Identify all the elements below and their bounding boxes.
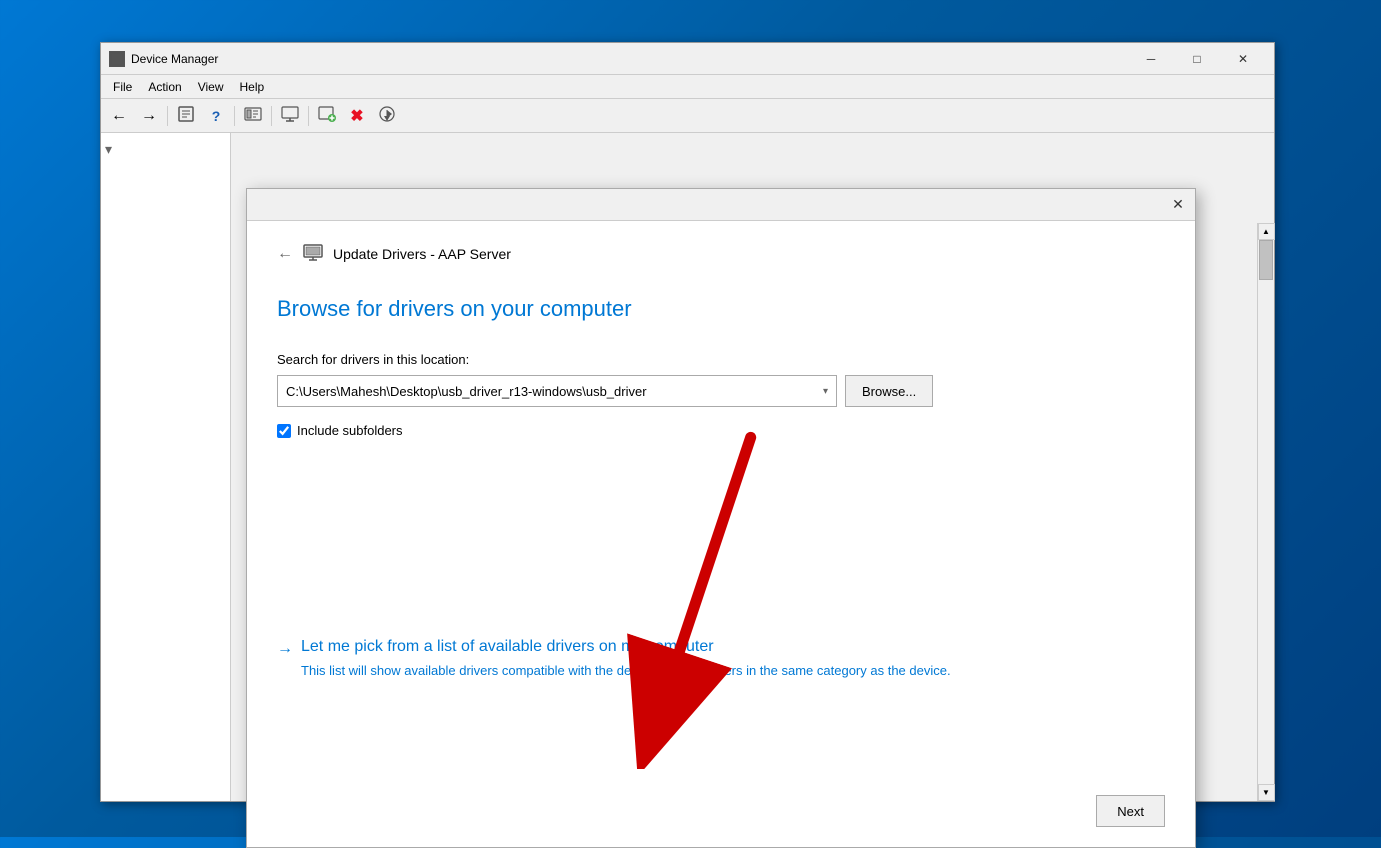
monitor-icon [281,105,299,126]
next-button[interactable]: Next [1096,795,1165,827]
toolbar-separator-3 [271,106,272,126]
toolbar-separator-4 [308,106,309,126]
toolbar-forward-button[interactable]: → [135,103,163,129]
location-input-value: C:\Users\Mahesh\Desktop\usb_driver_r13-w… [286,384,819,399]
update-icon [378,105,396,126]
help-icon: ? [212,108,221,124]
dialog-body: ← Update Drivers - AAP Server B [247,221,1195,700]
location-label: Search for drivers in this location: [277,352,1165,367]
update-drivers-dialog: ✕ ← [246,188,1196,848]
window-title: Device Manager [131,52,1128,66]
location-row: C:\Users\Mahesh\Desktop\usb_driver_r13-w… [277,375,1165,407]
checkbox-row: Include subfolders [277,423,1165,438]
dialog-header-title: Update Drivers - AAP Server [333,246,511,262]
scrollbar-down-button[interactable]: ▼ [1258,784,1275,801]
toolbar-properties-button[interactable] [172,103,200,129]
remove-icon: ✖ [350,106,363,126]
maximize-button[interactable]: □ [1174,43,1220,75]
dropdown-arrow-icon: ▾ [823,386,828,397]
pick-from-list-link[interactable]: Let me pick from a list of available dri… [301,638,951,656]
toolbar-update-button[interactable] [373,103,401,129]
toolbar-back-button[interactable]: ← [105,103,133,129]
title-bar: Device Manager ─ □ ✕ [101,43,1274,75]
include-subfolders-label[interactable]: Include subfolders [297,423,403,438]
dialog-header: ← Update Drivers - AAP Server [277,241,1165,266]
link-section: → Let me pick from a list of available d… [277,638,1165,680]
toolbar-help-button[interactable]: ? [202,103,230,129]
scrollbar-thumb[interactable] [1259,240,1273,280]
scrollbar-up-button[interactable]: ▲ [1258,223,1275,240]
menu-help[interactable]: Help [232,78,273,96]
dialog-title-bar: ✕ [247,189,1195,221]
toolbar: ← → ? [101,99,1274,133]
toolbar-separator-1 [167,106,168,126]
minimize-button[interactable]: ─ [1128,43,1174,75]
link-description: This list will show available drivers co… [301,662,951,680]
dialog-main-title: Browse for drivers on your computer [277,296,1165,322]
dialog-device-icon [303,241,323,266]
collapse-arrow[interactable]: ▾ [105,141,112,157]
toolbar-remove-button[interactable]: ✖ [343,103,371,129]
window-close-button[interactable]: ✕ [1220,43,1266,75]
menu-file[interactable]: File [105,78,140,96]
main-content: ▾ ✕ ← [101,133,1274,801]
device-tree-panel: ▾ [101,133,231,801]
link-content: Let me pick from a list of available dri… [301,638,951,680]
menu-action[interactable]: Action [140,78,189,96]
browse-button[interactable]: Browse... [845,375,933,407]
toolbar-monitor-button[interactable] [276,103,304,129]
toolbar-add-button[interactable] [313,103,341,129]
window-icon [109,51,125,67]
dialog-close-button[interactable]: ✕ [1165,192,1191,218]
right-scrollbar: ▲ ▼ [1257,223,1274,801]
show-hidden-icon [244,105,262,126]
properties-icon [177,105,195,126]
menu-view[interactable]: View [190,78,232,96]
toolbar-show-hidden-button[interactable] [239,103,267,129]
include-subfolders-checkbox[interactable] [277,424,291,438]
add-icon [318,105,336,126]
location-input[interactable]: C:\Users\Mahesh\Desktop\usb_driver_r13-w… [277,375,837,407]
forward-icon: → [141,107,157,125]
toolbar-separator-2 [234,106,235,126]
dialog-bottom: Next [1096,795,1165,827]
device-manager-window: Device Manager ─ □ ✕ File Action View He… [100,42,1275,802]
link-arrow-icon: → [277,640,293,658]
title-bar-controls: ─ □ ✕ [1128,43,1266,75]
scrollbar-track [1258,240,1274,784]
menu-bar: File Action View Help [101,75,1274,99]
back-icon: ← [111,107,127,125]
dialog-back-button[interactable]: ← [277,245,293,263]
